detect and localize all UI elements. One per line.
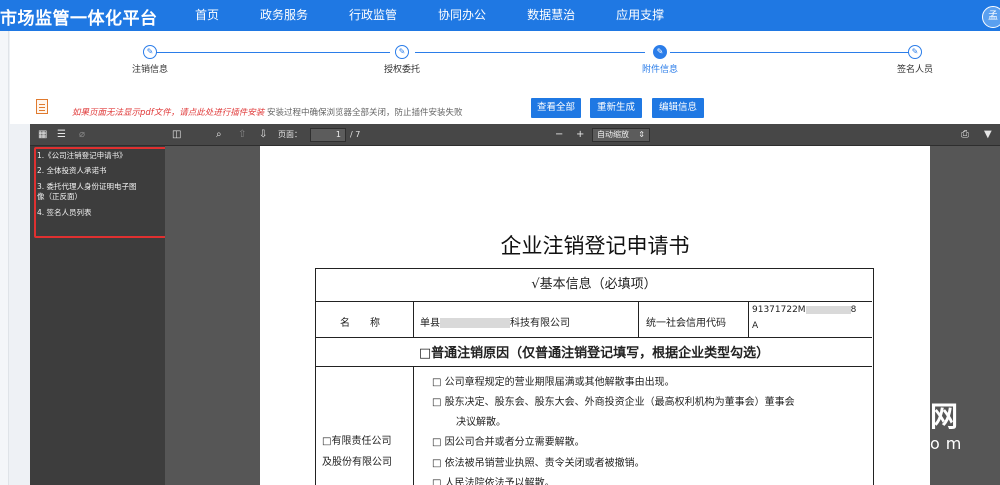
table-divider	[413, 366, 414, 485]
table-divider	[316, 337, 872, 338]
plugin-notice: 如果页面无法显示pdf文件，请点此处进行插件安装 安装过程中确保浏览器全部关闭，…	[72, 106, 463, 118]
credit-code-line2: A	[752, 321, 759, 331]
top-navbar: 市场监管一体化平台 首页 政务服务 行政监管 协同办公 数据慧治 应用支撑 孟	[0, 0, 1000, 31]
outline-item-continued[interactable]: 像（正反面）	[37, 192, 82, 202]
zoom-select[interactable]: 自动缩放 ⇕	[592, 128, 650, 142]
attachments-icon[interactable]: ⌀	[79, 127, 85, 143]
edit-icon: ✎	[908, 45, 922, 59]
left-collapsed-sidebar	[0, 31, 9, 485]
edit-icon: ✎	[395, 45, 409, 59]
pdf-page: 企业注销登记申请书 √基本信息（必填项） 名 称 单县 科技有限公司 统一社会信用…	[260, 146, 930, 485]
nav-item-home[interactable]: 首页	[183, 0, 231, 31]
main-nav: 首页 政务服务 行政监管 协同办公 数据慧治 应用支撑	[183, 0, 693, 31]
zoom-out-button[interactable]: −	[555, 127, 563, 143]
sidebar-toggle-icon[interactable]: ◫	[172, 127, 181, 143]
credit-code-label: 统一社会信用代码	[646, 318, 726, 329]
reason-option-continued: 决议解散。	[456, 417, 506, 428]
nav-item-administrative-supervision[interactable]: 行政监管	[337, 0, 409, 31]
reason-option[interactable]: □ 公司章程规定的营业期限届满或其他解散事由出现。	[432, 373, 675, 388]
pdf-toolbar: ▦ ☰ ⌀ ◫ ⌕ ⇧ ⇩ 页面： 1 / 7 − + 自动缩放 ⇕ ⎙ ▼	[30, 124, 1000, 146]
step-authorization[interactable]: ✎ 授权委托	[352, 31, 452, 75]
progress-stepper: ✎ 注销信息 ✎ 授权委托 ✎ 附件信息 ✎ 签名人员	[10, 31, 1000, 91]
basic-info-header: √基本信息（必填项）	[531, 277, 657, 292]
plugin-notice-bar: 如果页面无法显示pdf文件，请点此处进行插件安装 安装过程中确保浏览器全部关闭，…	[10, 91, 1000, 124]
company-name-prefix: 单县	[420, 318, 440, 329]
page-label: 页面：	[278, 130, 302, 139]
step-label: 注销信息	[131, 65, 168, 75]
redacted-block	[805, 305, 851, 314]
cancellation-reason-header: □普通注销原因（仅普通注销登记填写，根据企业类型勾选）	[418, 346, 770, 361]
step-label: 授权委托	[383, 65, 420, 75]
page-total: / 7	[350, 130, 361, 139]
company-type-label-line2: 及股份有限公司	[322, 457, 392, 468]
company-name-value: 单县 科技有限公司	[420, 314, 570, 329]
table-divider	[748, 301, 749, 337]
platform-title: 市场监管一体化平台	[0, 9, 158, 29]
step-label: 附件信息	[641, 65, 678, 75]
table-divider	[316, 366, 872, 367]
credit-code-prefix: 91371722M	[752, 305, 806, 315]
outline-item[interactable]: 2. 全体投资人承诺书	[37, 166, 107, 176]
outline-icon[interactable]: ☰	[57, 127, 66, 143]
next-page-icon[interactable]: ⇩	[259, 127, 267, 143]
plugin-notice-hint: 安装过程中确保浏览器全部关闭，防止插件安装失败	[267, 108, 463, 118]
outline-item[interactable]: 1.《公司注销登记申请书》	[37, 151, 127, 161]
nav-item-collaborative-office[interactable]: 协同办公	[426, 0, 498, 31]
user-avatar[interactable]: 孟	[982, 6, 1000, 28]
table-divider	[316, 301, 872, 302]
outline-item[interactable]: 4. 签名人员列表	[37, 208, 92, 218]
edit-info-button[interactable]: 编辑信息	[652, 98, 704, 118]
zoom-select-value: 自动缩放	[597, 130, 629, 139]
reason-option[interactable]: □ 因公司合并或者分立需要解散。	[432, 433, 585, 448]
nav-item-app-support[interactable]: 应用支撑	[604, 0, 676, 31]
redacted-block	[440, 318, 510, 328]
chevron-down-icon: ⇕	[638, 130, 645, 139]
table-divider	[638, 301, 639, 337]
nav-item-government-services[interactable]: 政务服务	[248, 0, 320, 31]
pdf-viewer: ▦ ☰ ⌀ ◫ ⌕ ⇧ ⇩ 页面： 1 / 7 − + 自动缩放 ⇕ ⎙ ▼ 1…	[30, 124, 1000, 485]
previous-page-icon[interactable]: ⇧	[238, 127, 246, 143]
company-name-suffix: 科技有限公司	[510, 318, 570, 329]
zoom-in-button[interactable]: +	[576, 127, 584, 143]
name-label: 名 称	[340, 318, 380, 329]
print-icon[interactable]: ⎙	[961, 127, 969, 143]
search-icon[interactable]: ⌕	[216, 127, 222, 143]
download-icon[interactable]: ▼	[984, 127, 992, 143]
nav-item-data-governance[interactable]: 数据慧治	[515, 0, 587, 31]
regenerate-button[interactable]: 重新生成	[590, 98, 642, 118]
registration-form-table: √基本信息（必填项） 名 称 单县 科技有限公司 统一社会信用代码 9137172…	[315, 268, 874, 485]
plugin-install-link[interactable]: 如果页面无法显示pdf文件，请点此处进行插件安装	[72, 108, 264, 118]
reason-option[interactable]: □ 依法被吊销营业执照、责令关闭或者被撤销。	[432, 454, 645, 469]
reason-option[interactable]: □ 股东决定、股东会、股东大会、外商投资企业（最高权利机构为董事会）董事会	[432, 393, 795, 408]
pdf-canvas[interactable]: 企业注销登记申请书 √基本信息（必填项） 名 称 单县 科技有限公司 统一社会信用…	[165, 146, 1000, 485]
table-divider	[413, 301, 414, 337]
watermark-text: om	[930, 434, 968, 453]
view-all-button[interactable]: 查看全部	[531, 98, 581, 118]
document-icon	[36, 99, 48, 114]
edit-icon: ✎	[653, 45, 667, 59]
reason-option[interactable]: □ 人民法院依法予以解散。	[432, 474, 555, 485]
company-type-label: □有限责任公司	[322, 436, 392, 447]
pdf-outline-sidebar: 1.《公司注销登记申请书》 2. 全体投资人承诺书 3. 委托代理人身份证明电子…	[30, 146, 171, 485]
credit-code-value: 91371722M 8	[752, 305, 856, 315]
step-label: 签名人员	[896, 65, 933, 75]
document-title: 企业注销登记申请书	[500, 234, 690, 258]
page-number-input[interactable]: 1	[310, 128, 346, 142]
thumbnails-icon[interactable]: ▦	[38, 127, 47, 143]
credit-code-suffix: 8	[850, 305, 857, 315]
step-signatories[interactable]: ✎ 签名人员	[865, 31, 965, 75]
step-cancellation-info[interactable]: ✎ 注销信息	[100, 31, 200, 75]
outline-item[interactable]: 3. 委托代理人身份证明电子图	[37, 182, 137, 192]
watermark-logo: 网	[930, 400, 959, 433]
step-attachments[interactable]: ✎ 附件信息	[610, 31, 710, 75]
edit-icon: ✎	[143, 45, 157, 59]
